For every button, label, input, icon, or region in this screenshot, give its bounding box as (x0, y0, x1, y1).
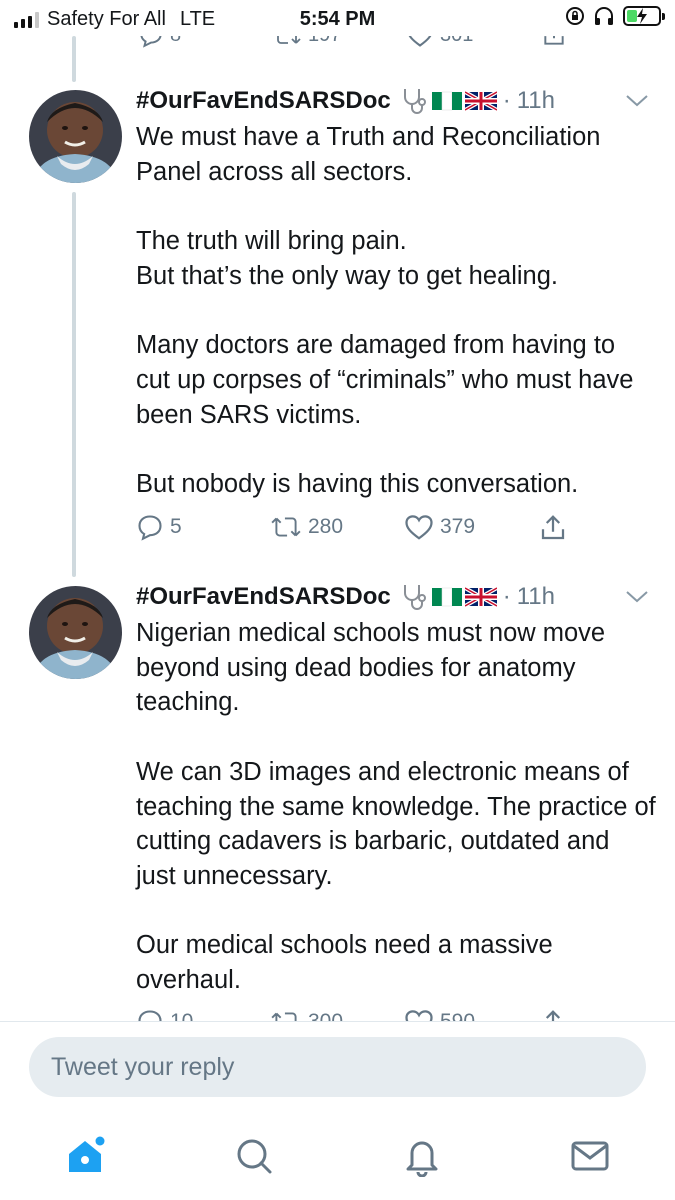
chevron-down-icon[interactable] (625, 590, 649, 609)
retweet-count: 280 (308, 515, 344, 538)
tweet-paragraph: The truth will bring pain. But that’s th… (136, 227, 558, 290)
home-icon (69, 1136, 105, 1172)
display-name[interactable]: #OurFavEndSARSDoc (136, 583, 391, 611)
reply-count: 5 (170, 515, 182, 538)
like-count: 301 (440, 36, 473, 47)
heart-icon (405, 515, 433, 540)
reply-icon (140, 36, 162, 48)
reply-action[interactable]: 8 (138, 36, 181, 48)
tweet-paragraph: Many doctors are damaged from having to … (136, 331, 634, 429)
timestamp[interactable]: 11h (517, 583, 555, 611)
uk-flag-icon (464, 90, 497, 112)
status-bar: Safety For All LTE 5:54 PM (0, 0, 675, 36)
stethoscope-icon (403, 585, 426, 610)
tab-home[interactable] (61, 1132, 109, 1180)
reply-count: 10 (170, 1010, 193, 1021)
like-button[interactable]: 379 (404, 513, 475, 541)
retweet-action[interactable]: 197 (272, 36, 341, 48)
notifications-icon (406, 1141, 438, 1177)
reply-placeholder: Tweet your reply (51, 1052, 235, 1081)
rotation-lock-icon (566, 7, 584, 25)
tab-search[interactable] (230, 1132, 278, 1180)
retweet-icon (271, 1012, 297, 1021)
stethoscope-icon (403, 89, 426, 114)
reply-icon (138, 1010, 162, 1021)
tweet-header: #OurFavEndSARSDoc · 11h (136, 86, 555, 116)
retweet-icon (277, 36, 301, 44)
tweet-actions: 5 280 379 (136, 513, 576, 549)
reply-count: 8 (170, 36, 181, 47)
separator: · (502, 87, 511, 114)
messages-icon (571, 1141, 609, 1171)
reply-button[interactable]: 5 (136, 513, 182, 541)
divider (0, 1021, 675, 1022)
avatar[interactable] (29, 586, 122, 679)
chevron-down-icon[interactable] (625, 94, 649, 113)
tweet-paragraph: Nigerian medical schools must now move b… (136, 619, 606, 717)
tweet-actions-clipped: 10 300 590 (0, 1008, 675, 1021)
tweet-text: Nigerian medical schools must now move b… (136, 616, 656, 998)
tab-bar (0, 1120, 675, 1200)
like-count: 379 (440, 515, 476, 538)
heart-icon (408, 36, 432, 47)
share-button[interactable] (538, 1008, 568, 1021)
tweet-paragraph: We must have a Truth and Reconciliation … (136, 123, 601, 186)
display-name[interactable]: #OurFavEndSARSDoc (136, 87, 391, 115)
battery-charging-icon (623, 6, 665, 26)
retweet-count: 197 (308, 36, 341, 47)
tweet-paragraph: Our medical schools need a massive overh… (136, 931, 553, 994)
separator: · (502, 583, 511, 610)
avatar[interactable] (29, 90, 122, 183)
like-action[interactable]: 301 (406, 36, 473, 48)
previous-tweet-actions: 8 197 301 (0, 36, 675, 50)
share-icon (544, 36, 564, 45)
uk-flag-icon (464, 586, 497, 608)
retweet-button[interactable]: 280 (270, 513, 343, 541)
share-button[interactable] (538, 513, 568, 543)
tweet-header: #OurFavEndSARSDoc · 11h (136, 582, 555, 612)
nigeria-flag-icon (431, 91, 462, 111)
tab-messages[interactable] (566, 1132, 614, 1180)
tweet-paragraph: But nobody is having this conversation. (136, 469, 579, 498)
tweet-text: We must have a Truth and Reconciliation … (136, 120, 656, 502)
reply-button[interactable]: 10 (136, 1008, 193, 1021)
thread-line-middle (72, 192, 76, 577)
reply-input[interactable]: Tweet your reply (29, 1037, 646, 1097)
tab-notifications[interactable] (398, 1132, 446, 1180)
nigeria-flag-icon (431, 587, 462, 607)
share-icon (545, 1010, 561, 1021)
like-count: 590 (440, 1010, 475, 1021)
search-icon (237, 1139, 272, 1174)
thread-line-top (72, 36, 76, 82)
headphones-icon (595, 7, 613, 25)
reply-icon (138, 515, 162, 541)
share-icon (541, 515, 565, 540)
timestamp[interactable]: 11h (517, 87, 555, 115)
tweet-paragraph: We can 3D images and electronic means of… (136, 757, 656, 890)
share-action[interactable] (540, 36, 568, 48)
like-button[interactable]: 590 (404, 1008, 475, 1021)
retweet-count: 300 (308, 1010, 343, 1021)
heart-icon (405, 1010, 433, 1021)
retweet-button[interactable]: 300 (270, 1008, 343, 1021)
retweet-icon (271, 517, 301, 537)
